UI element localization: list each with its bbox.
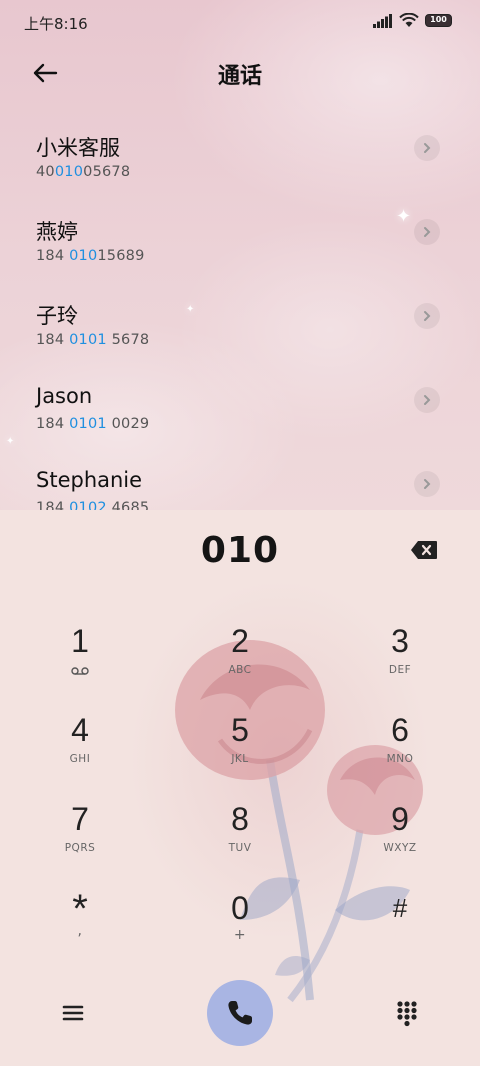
contact-number: 184 0101 5678 — [36, 332, 150, 348]
dialpad-toggle-button[interactable] — [392, 998, 422, 1028]
menu-icon — [62, 1005, 84, 1021]
list-item[interactable]: Stephanie 184 0102 4685 — [0, 454, 480, 510]
battery-icon: 100 — [425, 14, 452, 27]
contact-detail-button[interactable] — [414, 135, 440, 161]
status-time: 上午8:16 — [24, 15, 88, 33]
contact-results-list: 小米客服 4001005678 燕婷 184 01015689 子玲 184 0… — [0, 118, 480, 510]
contact-name: 燕婷 — [36, 220, 78, 244]
dial-key-7[interactable]: 7 PQRS — [15, 800, 145, 880]
contact-name: 子玲 — [36, 304, 78, 328]
dial-key-5[interactable]: 5 JKL — [175, 711, 305, 791]
status-bar: 上午8:16 100 — [0, 0, 480, 46]
backspace-icon — [411, 541, 437, 559]
contact-name: 小米客服 — [36, 136, 120, 160]
contact-detail-button[interactable] — [414, 219, 440, 245]
contact-name: Stephanie — [36, 468, 143, 492]
dialpad-panel: 010 1 2 ABC 3 DEF 4 GHI 5 JKL 6 MNO 7 PQ… — [0, 510, 480, 1066]
list-item[interactable]: 小米客服 4001005678 — [0, 118, 480, 202]
call-button[interactable] — [207, 980, 273, 1046]
wifi-icon — [399, 13, 419, 27]
dial-key-star[interactable]: * , — [15, 889, 145, 969]
signal-icon — [373, 13, 392, 28]
dialpad-icon — [397, 1001, 417, 1027]
voicemail-icon — [71, 667, 89, 675]
header: 通话 — [0, 46, 480, 100]
dial-key-1[interactable]: 1 — [15, 622, 145, 702]
dial-key-6[interactable]: 6 MNO — [335, 711, 465, 791]
page-title: 通话 — [217, 64, 262, 89]
contact-number: 4001005678 — [36, 164, 131, 180]
contact-number: 184 0102 4685 — [36, 500, 150, 510]
contact-name: Jason — [36, 384, 93, 408]
dial-key-0[interactable]: 0 + — [175, 889, 305, 969]
search-results-area: ✦ ✦ ✦ 上午8:16 100 通话 小米客服 4001005678 燕婷 1… — [0, 0, 480, 510]
contact-detail-button[interactable] — [414, 387, 440, 413]
contact-detail-button[interactable] — [414, 303, 440, 329]
dial-key-hash[interactable]: # — [335, 889, 465, 969]
dial-key-3[interactable]: 3 DEF — [335, 622, 465, 702]
status-icons: 100 — [373, 13, 452, 28]
chevron-right-icon — [424, 143, 431, 153]
list-item[interactable]: Jason 184 0101 0029 — [0, 370, 480, 454]
contact-number: 184 0101 0029 — [36, 416, 150, 432]
menu-button[interactable] — [58, 998, 88, 1028]
dial-key-4[interactable]: 4 GHI — [15, 711, 145, 791]
dial-key-9[interactable]: 9 WXYZ — [335, 800, 465, 880]
chevron-right-icon — [424, 311, 431, 321]
backspace-button[interactable] — [410, 540, 442, 562]
list-item[interactable]: 子玲 184 0101 5678 — [0, 286, 480, 370]
contact-detail-button[interactable] — [414, 471, 440, 497]
phone-icon — [228, 1001, 252, 1025]
dialer-bottom-bar — [0, 978, 480, 1048]
dial-key-8[interactable]: 8 TUV — [175, 800, 305, 880]
chevron-right-icon — [424, 479, 431, 489]
dial-key-2[interactable]: 2 ABC — [175, 622, 305, 702]
contact-number: 184 01015689 — [36, 248, 145, 264]
chevron-right-icon — [424, 227, 431, 237]
list-item[interactable]: 燕婷 184 01015689 — [0, 202, 480, 286]
chevron-right-icon — [424, 395, 431, 405]
dialed-number-display: 010 — [200, 530, 280, 571]
